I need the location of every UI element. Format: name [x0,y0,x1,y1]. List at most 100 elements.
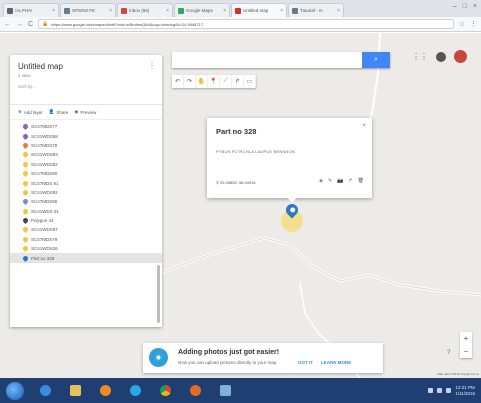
tab-close-icon[interactable]: × [223,8,226,14]
help-button[interactable]: ? [447,350,450,356]
layer-item[interactable]: SC47MDS79 [10,235,162,244]
taskbar-app-ie[interactable] [36,383,54,399]
menu-icon[interactable]: ⋮ [470,20,477,28]
share-button[interactable]: 👤 Share [49,109,69,115]
taskbar-app-paint[interactable] [216,383,234,399]
layer-item[interactable]: SC41WDS92 [10,188,162,197]
lock-icon: 🔒 [42,21,49,27]
avatar[interactable] [454,50,467,63]
got-it-button[interactable]: GOT IT [298,360,313,365]
maximize-icon[interactable]: □ [463,3,467,10]
minimize-icon[interactable]: – [453,3,457,10]
ruler-icon[interactable]: ▭ [244,75,256,88]
browser-tab[interactable]: Tutorial - m × [288,3,344,17]
layer-item[interactable]: SC41WDS58 [10,131,162,140]
search-button[interactable]: ⌕ [362,52,390,68]
add-layer-icon: ⊕ [18,109,22,114]
layer-item[interactable]: SC41WDS83 [10,150,162,159]
layer-item-label: SC47MDS96 [31,199,58,205]
layer-item[interactable]: SC41WDS26 [10,244,162,253]
forward-arrow-icon[interactable]: → [16,21,23,28]
draw-line-icon[interactable]: ⟋ [220,75,232,88]
zoom-out-button[interactable]: − [460,345,472,358]
undo-icon[interactable]: ↶ [172,75,184,88]
notifications-icon[interactable] [436,51,446,62]
camera-icon[interactable]: 📷 [337,178,343,184]
network-icon[interactable] [428,388,434,393]
layer-item-label: Part no 328 [31,255,55,261]
panel-header: Untitled map 1 view Sort by... ⋮ [10,55,162,105]
close-window-icon[interactable]: × [473,3,477,10]
map-title[interactable]: Untitled map [18,62,154,71]
directions-icon[interactable]: ↱ [348,178,352,184]
reload-icon[interactable]: C [28,21,33,28]
search-input[interactable] [172,52,362,68]
feature-coordinates: ⚲ 25.09855, 56.44934 [216,180,256,185]
flag-icon[interactable] [446,388,452,393]
map-pin-icon [21,235,30,243]
map-description[interactable]: Sort by... [18,84,154,89]
layer-item-label: SC41WDS97 [31,227,58,233]
hand-icon[interactable]: ✋ [196,75,208,88]
layer-item[interactable]: SC47MDS 91 [10,178,162,187]
map-pin-icon [21,160,30,168]
style-paint-icon[interactable]: ◈ [319,178,323,184]
layer-item[interactable]: SC47MDS96 [10,197,162,206]
preview-button[interactable]: ◉ Preview [74,109,96,115]
layer-item[interactable]: SC41WDS52 [10,160,162,169]
photos-notification: Adding photos just got easier! Now you c… [143,343,383,373]
tab-close-icon[interactable]: × [337,8,340,14]
skype-icon [129,385,141,396]
layer-item-label: SC47MDS 91 [31,180,59,186]
close-icon[interactable]: × [362,123,366,129]
learn-more-button[interactable]: LEARN MORE [321,360,351,365]
layer-item[interactable]: SC41WDS97 [10,225,162,234]
back-arrow-icon[interactable]: ← [4,21,11,28]
add-marker-icon[interactable]: 📍 [208,75,220,88]
system-clock[interactable]: 12:21 PM 1/11/2016 [455,385,475,397]
firefox-icon [189,385,201,396]
start-button[interactable] [6,381,24,400]
browser-tab-active[interactable]: Untitled map × [231,3,287,17]
layer-item-label: SC41WDS83 [31,152,58,158]
browser-tab[interactable]: /ALPHA! × [3,3,59,17]
taskbar-app-chrome[interactable] [156,383,174,399]
layer-item[interactable]: Part no 328 [10,253,162,263]
map-pin-icon [21,254,30,262]
taskbar-app-firefox[interactable] [186,383,204,399]
url-field[interactable]: 🔒 https://www.google.com/maps/d/edit?mid… [38,19,454,29]
coords-text: 25.09855, 56.44934 [220,180,256,185]
star-icon[interactable]: ☆ [459,20,465,28]
browser-tab[interactable]: SPSIN2 FE × [60,3,116,17]
browser-tab[interactable]: Google Maps × [174,3,230,17]
map-pin-icon [21,217,30,225]
browser-tab[interactable]: Inbox (65) × [117,3,173,17]
volume-icon[interactable] [437,388,443,393]
tab-close-icon[interactable]: × [109,8,112,14]
tab-close-icon[interactable]: × [166,8,169,14]
eye-icon: ◉ [74,109,79,114]
delete-icon[interactable]: 🗑 [358,178,364,184]
map-toolbar: ↶ ↷ ✋ 📍 ⟋ ↱ ▭ [172,75,256,88]
apps-grid-icon[interactable]: ⋮⋮ [412,52,428,61]
panel-scrollbar[interactable] [157,265,160,323]
layer-list: SC47MDS77 SC41WDS58 SC47MDS78 SC41WDS83 SC41… [10,120,162,263]
add-layer-button[interactable]: ⊕ Add layer [18,109,43,115]
layer-item[interactable]: SC47MDS90 [10,169,162,178]
layer-item-label: Polygon 44 [31,218,54,224]
map-pin-icon [21,179,30,187]
layer-item[interactable]: SC41WDS 81 [10,207,162,216]
tab-close-icon[interactable]: × [52,8,55,14]
redo-icon[interactable]: ↷ [184,75,196,88]
taskbar-app-skype[interactable] [126,383,144,399]
zoom-in-button[interactable]: + [460,332,472,345]
layer-item[interactable]: Polygon 44 [10,216,162,225]
layer-item[interactable]: SC47MDS77 [10,122,162,131]
taskbar-app-explorer[interactable] [66,383,84,399]
more-vert-icon[interactable]: ⋮ [148,61,156,70]
directions-icon[interactable]: ↱ [232,75,244,88]
taskbar-app-media[interactable] [96,383,114,399]
tab-close-icon[interactable]: × [280,8,283,14]
edit-pencil-icon[interactable]: ✎ [328,178,332,184]
layer-item[interactable]: SC47MDS78 [10,141,162,150]
